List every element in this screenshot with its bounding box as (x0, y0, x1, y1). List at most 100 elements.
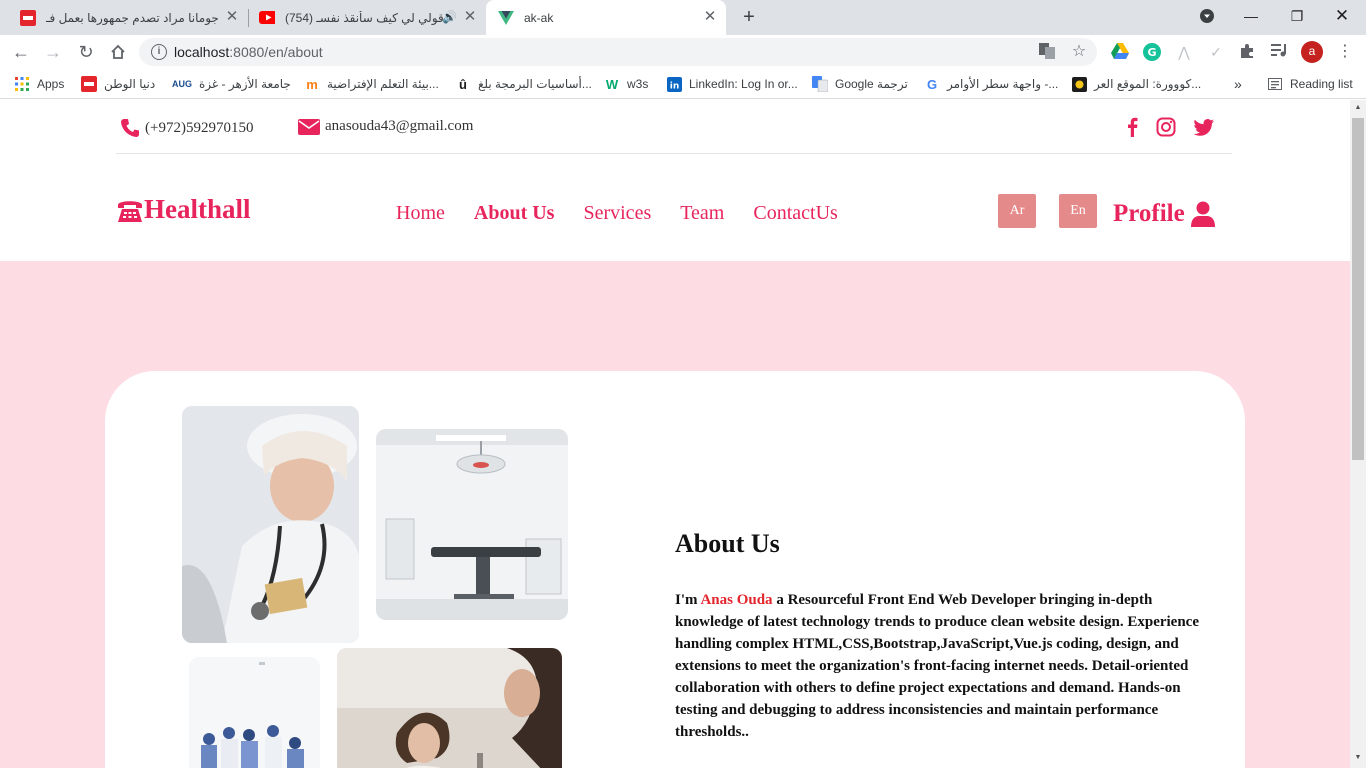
site-info-icon[interactable]: i (151, 44, 167, 60)
nav-contactus[interactable]: ContactUs (753, 202, 837, 225)
youtube-icon (259, 10, 275, 26)
svg-text:in: in (669, 81, 679, 91)
menu-kebab-icon[interactable]: ⋮ (1336, 43, 1354, 61)
developer-name: Anas Ouda (700, 592, 773, 608)
consultation-photo (337, 648, 562, 768)
bookmark-linkedin[interactable]: in LinkedIn: Log In or... (666, 76, 798, 92)
phone-contact[interactable]: (+972)592970150 (120, 118, 253, 138)
bookmark-apps[interactable]: Apps (14, 76, 64, 92)
extension-a-icon[interactable]: ⋀ (1175, 43, 1193, 61)
about-paragraph: I'm Anas Ouda a Resourceful Front End We… (675, 589, 1210, 743)
profile-link[interactable]: Profile (1113, 200, 1215, 228)
minimize-icon[interactable]: — (1239, 5, 1263, 27)
nav-team[interactable]: Team (680, 202, 724, 225)
browser-tab-active[interactable]: ak-ak ✕ (486, 0, 726, 35)
udemy-icon: û (459, 76, 467, 92)
dunya-alwatan-icon (20, 9, 36, 26)
bookmark-w3s[interactable]: W w3s (604, 76, 648, 92)
browser-tab-bar: جومانا مراد تصدم جمهورها بعمل فـ ✕ (754)… (0, 0, 1366, 35)
bookmark-label: واجهة سطر الأوامر -... (947, 77, 1059, 91)
email-address: anasouda43@gmail.com (325, 118, 474, 134)
close-tab-icon[interactable]: ✕ (462, 9, 478, 25)
about-card: About Us I'm Anas Ouda a Resourceful Fro… (105, 371, 1245, 768)
translate-icon[interactable] (1038, 43, 1056, 61)
phone-icon (121, 119, 139, 137)
about-heading: About Us (675, 529, 780, 558)
site-navbar: Healthall Home About Us Services Team Co… (0, 154, 1350, 261)
kooora-icon (1071, 76, 1087, 92)
site-logo[interactable]: Healthall (116, 194, 251, 225)
checkmark-extension-icon[interactable]: ✓ (1207, 43, 1225, 61)
lang-en-button[interactable]: En (1059, 194, 1097, 228)
bookmark-azhar[interactable]: AUG جامعة الأزهر - غزة (172, 76, 291, 92)
new-tab-button[interactable]: + (738, 6, 760, 28)
bookmark-star-icon[interactable]: ☆ (1070, 43, 1088, 61)
bookmark-label: جامعة الأزهر - غزة (199, 77, 291, 91)
google-icon: G (926, 76, 938, 92)
scrollbar-thumb[interactable] (1352, 118, 1364, 460)
about-body: a Resourceful Front End Web Developer br… (675, 592, 1199, 740)
back-icon[interactable]: ← (10, 41, 32, 63)
apps-grid-icon (14, 76, 30, 92)
bookmarks-overflow-icon[interactable]: » (1234, 76, 1242, 92)
bookmark-dunya-alwatan[interactable]: دنيا الوطن (81, 76, 155, 92)
reload-icon[interactable]: ↻ (75, 41, 97, 63)
bookmark-google-translate[interactable]: Google ترجمة (812, 76, 908, 92)
address-bar[interactable]: i localhost:8080/en/about ☆ (139, 38, 1097, 66)
media-control-icon[interactable] (1270, 43, 1288, 61)
azhar-icon: AUG (172, 79, 192, 89)
browser-toolbar: ← → ↻ i localhost:8080/en/about ☆ G ⋀ ✓ … (0, 35, 1366, 69)
twitter-icon[interactable] (1193, 117, 1214, 139)
main-menu: Home About Us Services Team ContactUs (396, 202, 867, 225)
forward-icon[interactable]: → (42, 41, 64, 63)
nav-services[interactable]: Services (583, 202, 651, 225)
close-window-icon[interactable]: ✕ (1330, 5, 1354, 27)
phone-number: (+972)592970150 (145, 119, 254, 136)
vue-icon (498, 10, 514, 26)
telephone-logo-icon (118, 200, 142, 222)
bookmark-label: LinkedIn: Log In or... (689, 77, 798, 91)
about-intro: I'm (675, 592, 701, 608)
bookmark-label: كووورة: الموقع العر... (1094, 77, 1202, 91)
page-scrollbar[interactable]: ▲ ▼ (1350, 100, 1366, 768)
bookmark-label: أساسيات البرمجة بلغ... (478, 77, 592, 91)
bookmark-udemy[interactable]: û أساسيات البرمجة بلغ... (455, 76, 592, 92)
scroll-down-icon[interactable]: ▼ (1354, 754, 1362, 762)
instagram-icon[interactable] (1156, 117, 1176, 139)
profile-label: Profile (1113, 200, 1185, 227)
envelope-icon (298, 118, 320, 135)
restore-icon[interactable]: ❐ (1285, 5, 1309, 27)
medical-team-photo (189, 657, 320, 768)
scroll-up-icon[interactable]: ▲ (1354, 104, 1362, 112)
nav-about-us[interactable]: About Us (474, 202, 555, 225)
google-translate-icon (812, 76, 828, 92)
tab-title: (754) قولي لي كيف سأنقذ نفسـ (285, 10, 444, 25)
operating-room-photo (376, 429, 568, 620)
browser-tab-1[interactable]: جومانا مراد تصدم جمهورها بعمل فـ ✕ (8, 0, 248, 35)
reading-list-button[interactable]: Reading list (1267, 76, 1353, 92)
w3schools-icon: W (605, 76, 619, 92)
extensions-puzzle-icon[interactable] (1238, 43, 1256, 61)
home-icon[interactable] (107, 41, 129, 63)
email-contact[interactable]: anasouda43@gmail.com (298, 118, 473, 135)
bookmark-label: Apps (37, 77, 65, 91)
moodle-icon: m (306, 76, 318, 92)
url-text[interactable]: localhost:8080/en/about (174, 44, 323, 60)
bookmark-moodle[interactable]: m بيئة التعلم الإفتراضية... (304, 76, 439, 92)
bookmark-google[interactable]: G واجهة سطر الأوامر -... (924, 76, 1058, 92)
linkedin-icon: in (666, 76, 682, 92)
browser-tab-2[interactable]: (754) قولي لي كيف سأنقذ نفسـ 🔊 ✕ (249, 0, 486, 35)
tab-search-icon[interactable] (1195, 5, 1219, 27)
nav-home[interactable]: Home (396, 202, 445, 225)
lang-ar-button[interactable]: Ar (998, 194, 1036, 228)
dunya-alwatan-icon (81, 76, 97, 92)
speaker-icon[interactable]: 🔊 (442, 10, 457, 24)
facebook-icon[interactable] (1123, 117, 1143, 139)
close-tab-icon[interactable]: ✕ (224, 9, 240, 25)
grammarly-icon[interactable]: G (1143, 43, 1161, 61)
close-tab-icon[interactable]: ✕ (702, 9, 718, 25)
bookmark-label: دنيا الوطن (104, 77, 156, 91)
bookmark-kooora[interactable]: كووورة: الموقع العر... (1071, 76, 1201, 92)
google-drive-icon[interactable] (1111, 43, 1129, 61)
profile-avatar[interactable]: a (1301, 41, 1323, 63)
